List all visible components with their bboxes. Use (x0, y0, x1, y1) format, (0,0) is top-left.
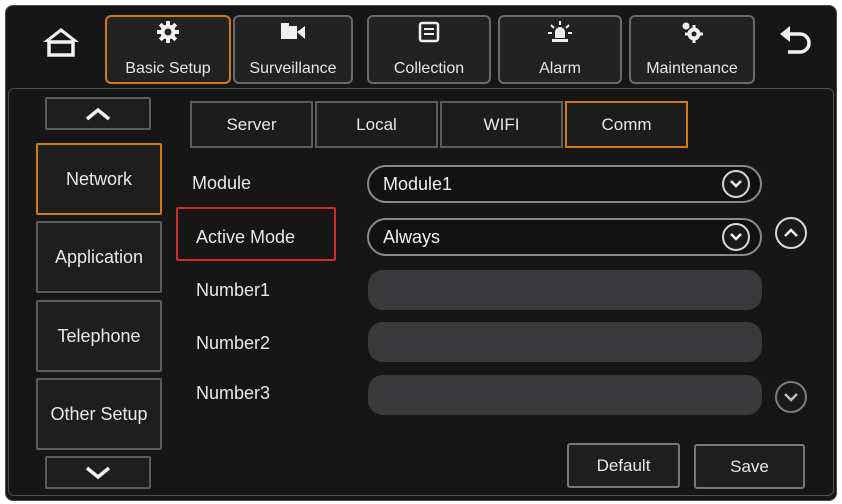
topbar-maintenance[interactable]: Maintenance (629, 15, 755, 84)
sidebar-scroll-down-button[interactable] (45, 456, 151, 489)
chevron-down-icon (85, 466, 111, 479)
tab-label: Local (356, 114, 397, 134)
sidebar-item-application[interactable]: Application (36, 221, 162, 293)
active-mode-select-value: Always (383, 226, 441, 247)
topbar-label: Collection (393, 60, 465, 77)
active-mode-label: Active Mode (196, 227, 296, 247)
page-down-button[interactable] (775, 381, 807, 413)
sidebar-item-network[interactable]: Network (36, 143, 162, 215)
topbar-basic-setup[interactable]: Basic Setup (105, 15, 231, 84)
default-button[interactable]: Default (567, 443, 680, 488)
page-up-button[interactable] (775, 217, 807, 249)
camera-icon (235, 20, 351, 44)
collection-icon (369, 20, 489, 44)
sidebar-item-label: Other Setup (50, 403, 148, 424)
default-button-label: Default (596, 455, 651, 475)
active-mode-dropdown-button[interactable] (722, 223, 750, 251)
number1-label: Number1 (196, 280, 271, 300)
chevron-down-icon (730, 233, 742, 241)
maintenance-icon (631, 20, 753, 44)
save-button-label: Save (730, 456, 769, 476)
save-button[interactable]: Save (694, 444, 805, 489)
alarm-icon (500, 20, 620, 44)
tab-label: WIFI (483, 114, 520, 134)
sidebar-item-label: Telephone (57, 325, 141, 346)
topbar-label: Surveillance (249, 60, 337, 77)
number1-field[interactable] (368, 270, 762, 310)
topbar-label: Alarm (539, 60, 581, 77)
sidebar-item-telephone[interactable]: Telephone (36, 300, 162, 372)
chevron-down-icon (784, 393, 798, 402)
sidebar-scroll-up-button[interactable] (45, 97, 151, 130)
topbar-collection[interactable]: Collection (367, 15, 491, 84)
sidebar-item-other-setup[interactable]: Other Setup (36, 378, 162, 450)
number3-label: Number3 (196, 383, 271, 403)
tab-label: Server (226, 114, 277, 134)
module-label: Module (192, 173, 252, 193)
tab-local[interactable]: Local (315, 101, 438, 148)
gear-icon (107, 20, 229, 44)
tab-server[interactable]: Server (190, 101, 313, 148)
tab-comm[interactable]: Comm (565, 101, 688, 148)
module-select[interactable]: Module1 (367, 165, 762, 203)
sidebar-item-label: Network (65, 168, 132, 189)
back-arrow-icon (780, 26, 811, 54)
chevron-up-icon (784, 228, 798, 237)
tab-wifi[interactable]: WIFI (440, 101, 563, 148)
active-mode-select[interactable]: Always (367, 218, 762, 256)
chevron-up-icon (85, 107, 111, 120)
number2-label: Number2 (196, 333, 271, 353)
home-icon (43, 28, 79, 57)
topbar-label: Basic Setup (125, 60, 211, 77)
topbar-surveillance[interactable]: Surveillance (233, 15, 353, 84)
topbar-label: Maintenance (646, 60, 738, 77)
number2-field[interactable] (368, 322, 762, 362)
chevron-down-icon (730, 180, 742, 188)
home-button[interactable] (40, 22, 82, 58)
topbar-alarm[interactable]: Alarm (498, 15, 622, 84)
back-button[interactable] (776, 22, 816, 58)
sidebar-item-label: Application (54, 246, 144, 267)
tab-label: Comm (601, 114, 652, 134)
number3-field[interactable] (368, 375, 762, 415)
module-dropdown-button[interactable] (722, 170, 750, 198)
module-select-value: Module1 (383, 173, 453, 194)
